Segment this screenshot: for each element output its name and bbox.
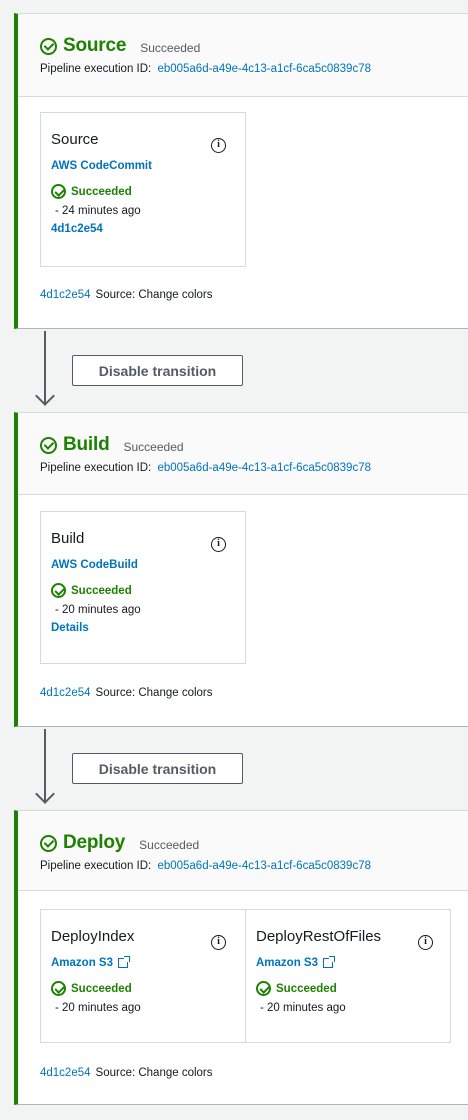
action-group: Source i AWS CodeCommit Succeeded - 24 m… <box>40 112 246 267</box>
stage-header: Source Succeeded Pipeline execution ID: … <box>18 14 468 97</box>
provider-label: Amazon S3 <box>51 957 113 969</box>
details-link[interactable]: Details <box>51 622 235 634</box>
action-card-build: Build i AWS CodeBuild Succeeded - 20 min… <box>41 512 245 663</box>
down-arrow-icon <box>35 784 55 804</box>
provider-label: Amazon S3 <box>256 957 318 969</box>
action-time: - 20 minutes ago <box>260 1002 346 1014</box>
stage-header: Deploy Succeeded Pipeline execution ID: … <box>18 811 468 891</box>
action-group: DeployIndex i Amazon S3 Succeeded - 20 m… <box>40 909 451 1043</box>
action-time: - 24 minutes ago <box>55 205 141 217</box>
action-status: Succeeded <box>71 185 132 198</box>
revision-id-link[interactable]: 4d1c2e54 <box>40 687 91 699</box>
stage-status: Succeeded <box>123 439 184 454</box>
execution-id-label: Pipeline execution ID: <box>40 860 152 872</box>
revision-row: 4d1c2e54 Source: Change colors <box>40 1067 213 1079</box>
success-check-icon <box>256 981 271 996</box>
action-provider-link[interactable]: AWS CodeBuild <box>51 559 235 571</box>
action-name: DeployIndex <box>51 928 135 945</box>
action-group: Build i AWS CodeBuild Succeeded - 20 min… <box>40 511 246 664</box>
action-provider-link[interactable]: AWS CodeCommit <box>51 160 235 172</box>
info-icon[interactable]: i <box>211 537 226 552</box>
stage-status: Succeeded <box>139 837 200 852</box>
commit-link[interactable]: 4d1c2e54 <box>51 223 235 235</box>
action-provider-link[interactable]: Amazon S3 <box>256 956 440 969</box>
stage-build: Build Succeeded Pipeline execution ID: e… <box>14 412 468 727</box>
revision-id-link[interactable]: 4d1c2e54 <box>40 1067 91 1079</box>
execution-id-link[interactable]: eb005a6d-a49e-4c13-a1cf-6ca5c0839c78 <box>157 63 371 75</box>
stage-deploy: Deploy Succeeded Pipeline execution ID: … <box>14 810 468 1105</box>
execution-id-label: Pipeline execution ID: <box>40 462 152 474</box>
action-name: Source <box>51 131 99 148</box>
disable-transition-button[interactable]: Disable transition <box>72 753 243 784</box>
success-check-icon <box>40 37 57 55</box>
success-check-icon <box>40 436 57 454</box>
revision-row: 4d1c2e54 Source: Change colors <box>40 687 213 699</box>
stage-status: Succeeded <box>140 40 201 55</box>
revision-row: 4d1c2e54 Source: Change colors <box>40 289 213 301</box>
stage-title: Deploy <box>63 832 126 853</box>
action-name: Build <box>51 530 85 547</box>
external-link-icon <box>118 956 130 968</box>
action-name: DeployRestOfFiles <box>256 928 382 945</box>
info-icon[interactable]: i <box>211 138 226 153</box>
execution-id-link[interactable]: eb005a6d-a49e-4c13-a1cf-6ca5c0839c78 <box>157 860 371 872</box>
action-card-source: Source i AWS CodeCommit Succeeded - 24 m… <box>41 113 245 266</box>
success-check-icon <box>51 583 66 598</box>
success-check-icon <box>40 834 57 852</box>
action-status: Succeeded <box>276 982 337 995</box>
revision-message: Source: Change colors <box>95 289 213 301</box>
transition-source-build: Disable transition <box>0 329 468 412</box>
execution-id-label: Pipeline execution ID: <box>40 63 152 75</box>
transition-build-deploy: Disable transition <box>0 727 468 810</box>
success-check-icon <box>51 981 66 996</box>
action-time: - 20 minutes ago <box>55 604 141 616</box>
info-icon[interactable]: i <box>418 935 433 950</box>
provider-label: AWS CodeBuild <box>51 559 138 571</box>
revision-message: Source: Change colors <box>95 687 213 699</box>
disable-transition-button[interactable]: Disable transition <box>72 355 243 386</box>
action-time: - 20 minutes ago <box>55 1002 141 1014</box>
stage-title: Source <box>63 35 127 56</box>
action-status: Succeeded <box>71 584 132 597</box>
action-status: Succeeded <box>71 982 132 995</box>
action-card-deployindex: DeployIndex i Amazon S3 Succeeded - 20 m… <box>41 910 245 1042</box>
revision-id-link[interactable]: 4d1c2e54 <box>40 289 91 301</box>
revision-message: Source: Change colors <box>95 1067 213 1079</box>
action-card-deployrestoffiles: DeployRestOfFiles i Amazon S3 Succeeded … <box>245 910 450 1042</box>
stage-source: Source Succeeded Pipeline execution ID: … <box>14 13 468 329</box>
execution-id-link[interactable]: eb005a6d-a49e-4c13-a1cf-6ca5c0839c78 <box>157 462 371 474</box>
info-icon[interactable]: i <box>211 935 226 950</box>
stage-title: Build <box>63 434 110 455</box>
provider-label: AWS CodeCommit <box>51 160 152 172</box>
external-link-icon <box>323 956 335 968</box>
down-arrow-icon <box>35 386 55 406</box>
action-provider-link[interactable]: Amazon S3 <box>51 956 235 969</box>
success-check-icon <box>51 184 66 199</box>
stage-header: Build Succeeded Pipeline execution ID: e… <box>18 413 468 495</box>
